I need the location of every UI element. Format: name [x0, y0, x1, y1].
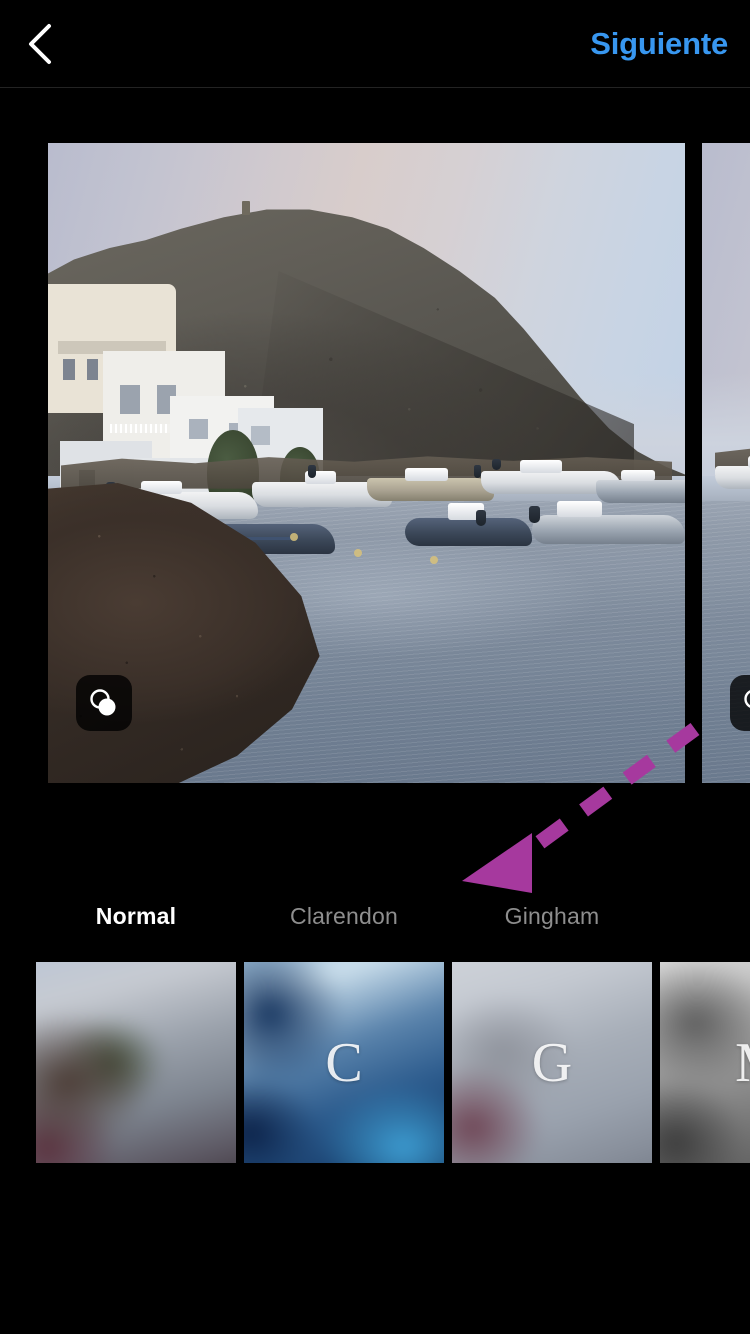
filter-thumbnail-letter-moon: M	[660, 962, 750, 1163]
next-button[interactable]: Siguiente	[590, 24, 728, 64]
filter-strip[interactable]: Normal Clarendon C Gingham G M	[0, 898, 750, 1178]
back-button[interactable]	[14, 18, 66, 70]
filter-item-normal[interactable]: Normal	[36, 898, 236, 1163]
carousel-multiple-photos-icon-next[interactable]	[730, 675, 750, 731]
top-navigation-bar: Siguiente	[0, 0, 750, 88]
chevron-left-icon	[25, 22, 55, 66]
filter-label-gingham: Gingham	[504, 903, 600, 929]
filter-thumbnail-letter-clarendon: C	[325, 1031, 363, 1094]
filter-label-moon: M	[660, 898, 750, 940]
filter-thumbnail-normal[interactable]	[36, 962, 236, 1163]
filter-thumbnail-moon[interactable]: M	[660, 962, 750, 1163]
photo-preview-image	[48, 143, 685, 783]
photo-filter-screen: Siguiente Normal Clarendon C Gingham G	[0, 0, 750, 1334]
filter-thumbnail-letter-normal	[36, 962, 236, 1163]
filter-label-clarendon: Clarendon	[290, 903, 398, 929]
filter-thumbnail-clarendon[interactable]: C	[244, 962, 444, 1163]
filter-item-clarendon[interactable]: Clarendon C	[244, 898, 444, 1163]
carousel-slide-current[interactable]	[48, 143, 685, 783]
photo-carousel[interactable]	[0, 143, 750, 783]
filter-item-gingham[interactable]: Gingham G	[452, 898, 652, 1163]
filter-thumbnail-letter-gingham: G	[531, 1031, 573, 1094]
filter-label-normal: Normal	[95, 903, 177, 929]
carousel-slide-next[interactable]	[702, 143, 750, 783]
filter-thumbnail-gingham[interactable]: G	[452, 962, 652, 1163]
carousel-multiple-photos-icon[interactable]	[76, 675, 132, 731]
filter-item-moon[interactable]: M M	[660, 898, 750, 1163]
